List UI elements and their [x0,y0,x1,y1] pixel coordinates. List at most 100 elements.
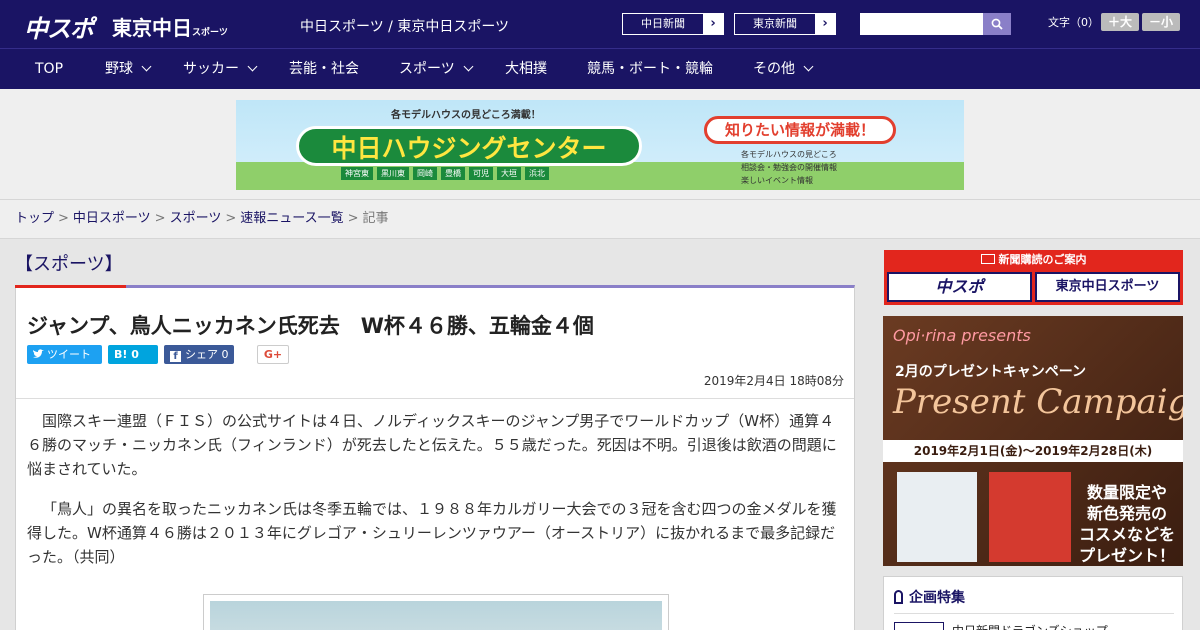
site-name: 中日スポーツ / 東京中日スポーツ [300,19,510,35]
banner-location: 大垣 [497,167,521,180]
breadcrumb-separator: > [154,211,166,226]
tokyo-shimbun-label: 東京新聞 [753,17,797,30]
tweet-button[interactable]: ツイート [27,345,102,364]
banner-location: 黒川東 [377,167,409,180]
chevron-down-icon [803,61,814,72]
breadcrumb-chunichi-sports[interactable]: 中日スポーツ [73,211,151,226]
chunichi-shimbun-link[interactable]: 中日新聞 › [622,13,724,35]
article-photo[interactable] [203,594,669,630]
article-paragraph: 国際スキー連盟（ＦＩＳ）の公式サイトは４日、ノルディックスキーのジャンプ男子でワ… [27,412,837,478]
breadcrumb-sports[interactable]: スポーツ [170,211,222,226]
subscription-header: 新聞購読のご案内 [884,250,1183,270]
chevron-down-icon [247,61,258,72]
article-headline: ジャンプ、鳥人ニッカネン氏死去 W杯４６勝、五輪金４個 [27,314,594,338]
housing-center-banner[interactable]: 各モデルハウスの見どころ満載！ 中日ハウジングセンター 知りたい情報が満載！ 神… [236,100,964,190]
banner-location: 可児 [469,167,493,180]
feature-title-label: 企画特集 [909,590,965,606]
promo-period: 2019年2月1日(金)～2019年2月28日(木) [883,440,1183,462]
breadcrumb-separator: > [347,211,359,226]
chevron-right-icon: › [815,14,835,34]
breadcrumb-top[interactable]: トップ [15,211,54,226]
facebook-share-button[interactable]: f シェア 0 [164,345,234,364]
font-smaller-button[interactable]: －小 [1142,13,1180,31]
nav-item-label: その他 [753,61,795,77]
banner-location: 豊橋 [441,167,465,180]
feature-item-thumbnail [894,622,944,630]
promo-product-image [989,472,1071,562]
font-bigger-button[interactable]: ＋大 [1101,13,1139,31]
banner-feature: 楽しいイベント情報 [741,176,813,185]
nav-item-label: 芸能・社会 [289,61,359,77]
article-panel: ジャンプ、鳥人ニッカネン氏死去 W杯４６勝、五輪金４個 ツイート B! 0 fシ… [15,285,855,630]
twitter-icon [33,349,44,358]
promo-product-image [897,472,977,562]
chevron-right-icon: › [703,14,723,34]
tokyo-chunichi-logo[interactable]: 東京中日スポーツ [112,12,228,41]
header-bar: 中スポ 東京中日スポーツ 中日スポーツ / 東京中日スポーツ 中日新聞 › 東京… [0,0,1200,48]
nav-item-entertainment[interactable]: 芸能・社会 [289,49,359,90]
promo-headline: Present Campaign [893,382,1183,422]
article-accent-bar [15,285,126,288]
promo-brand: Opi·rina presents [893,326,1031,345]
banner-feature: 相談会・勉強会の開催情報 [741,163,837,172]
search-box [860,13,1011,35]
banner-title: 中日ハウジングセンター [296,126,642,166]
promo-limited-text: 数量限定や 新色発売の コスメなどを プレゼント！ [1079,483,1176,565]
subscription-box: 新聞購読のご案内 中スポ 東京中日スポーツ [884,250,1183,305]
breadcrumb-current: 記事 [362,211,389,226]
nav-item-top[interactable]: TOP [35,49,63,90]
chunichi-shimbun-label: 中日新聞 [641,17,685,30]
search-icon [991,18,1003,30]
banner-location: 神宮東 [341,167,373,180]
nav-item-label: 野球 [105,61,133,77]
feature-title: 企画特集 [894,587,965,607]
nav-item-other[interactable]: その他 [753,49,814,90]
search-button[interactable] [983,13,1011,35]
subscribe-chuspo-button[interactable]: 中スポ [887,272,1032,302]
breadcrumb-separator: > [58,211,69,226]
nav-item-label: 大相撲 [505,61,547,77]
subscribe-tokyo-chunichi-button[interactable]: 東京中日スポーツ [1035,272,1180,302]
banner-top-text: 各モデルハウスの見どころ満載！ [391,110,541,121]
font-size-label: 文字（0） [1048,16,1099,29]
feature-item[interactable]: 中日新聞ドラゴンズショップ [894,613,1174,630]
search-input[interactable] [860,13,983,35]
ad-area: 各モデルハウスの見どころ満載！ 中日ハウジングセンター 知りたい情報が満載！ 神… [0,89,1200,200]
nav-item-soccer[interactable]: サッカー [183,49,258,90]
google-plus-button[interactable]: G+ [257,345,289,364]
nav-item-racing[interactable]: 競馬・ボート・競輪 [587,49,713,90]
article-divider [16,398,854,399]
banner-slogan: 知りたい情報が満載！ [704,116,896,144]
breadcrumb-news-list[interactable]: 速報ニュース一覧 [240,211,343,226]
ribbon-icon [894,590,903,604]
present-campaign-ad[interactable]: Opi·rina presents 2月のプレゼントキャンペーン Present… [883,316,1183,566]
chuspo-logo[interactable]: 中スポ [24,9,94,44]
feature-box: 企画特集 中日新聞ドラゴンズショップ [883,576,1183,630]
article-body: 国際スキー連盟（ＦＩＳ）の公式サイトは４日、ノルディックスキーのジャンプ男子でワ… [27,409,847,585]
banner-location: 浜北 [525,167,549,180]
banner-location: 岡崎 [413,167,437,180]
subscription-header-label: 新聞購読のご案内 [998,253,1087,266]
banner-feature: 各モデルハウスの見どころ [741,150,837,159]
article-photo-image [210,601,662,630]
tweet-label: ツイート [47,348,91,361]
tokyo-chunichi-logo-small: スポーツ [192,28,228,38]
tokyo-chunichi-logo-text: 東京中日 [112,16,192,40]
article-paragraph: 「鳥人」の異名を取ったニッカネン氏は冬季五輪では、１９８８年カルガリー大会での３… [27,500,837,566]
article-date: 2019年2月4日 18時08分 [703,374,844,388]
nav-item-label: サッカー [183,61,239,77]
banner-features: 各モデルハウスの見どころ 相談会・勉強会の開催情報 楽しいイベント情報 [741,148,837,187]
tokyo-shimbun-link[interactable]: 東京新聞 › [734,13,836,35]
facebook-share-label: シェア 0 [185,348,229,361]
nav-item-sumo[interactable]: 大相撲 [505,49,547,90]
chevron-down-icon [463,61,474,72]
feature-item-label: 中日新聞ドラゴンズショップ [952,622,1108,630]
nav-item-baseball[interactable]: 野球 [105,49,152,90]
nav-item-sports[interactable]: スポーツ [399,49,474,90]
promo-campaign: 2月のプレゼントキャンペーン [895,364,1087,380]
breadcrumb: トップ > 中日スポーツ > スポーツ > 速報ニュース一覧 > 記事 [0,200,1200,239]
chevron-down-icon [141,61,152,72]
nav-item-label: スポーツ [399,61,455,77]
newspaper-icon [980,254,995,264]
hatena-bookmark-button[interactable]: B! 0 [108,345,158,364]
